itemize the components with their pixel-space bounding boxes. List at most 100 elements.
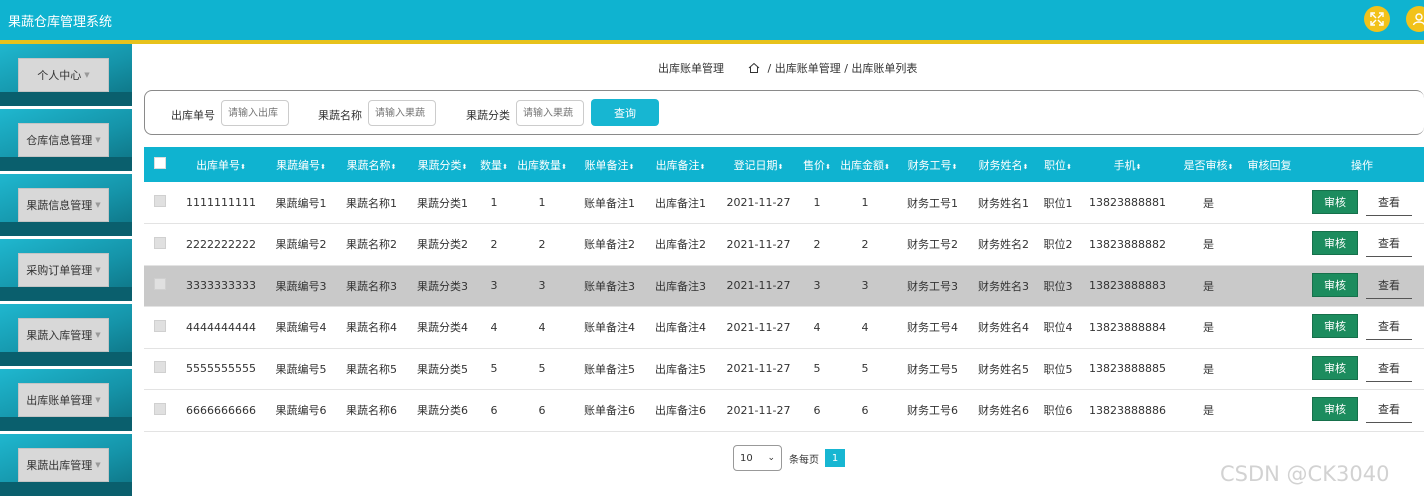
sidebar-item-label: 采购订单管理 [26,264,93,277]
audit-button[interactable]: 审核 [1312,314,1358,339]
sort-icon[interactable]: ⬍ [320,163,326,171]
sidebar-item-stock-out[interactable]: 果蔬出库管理 ▼ [0,434,132,496]
sidebar-item-button[interactable]: 出库账单管理 ▼ [18,383,109,417]
table-cell: 2 [833,223,897,266]
table-cell: 账单备注1 [574,182,645,224]
table-cell [1239,306,1300,349]
table-row[interactable]: 1111111111 果蔬编号1 果蔬名称1 果蔬分类1 1 1 账单备注1 出库备注1 202… [144,182,1424,224]
search-button[interactable]: 查询 [591,99,659,126]
column-header[interactable]: 账单备注⬍ [574,147,645,182]
table-cell: 果蔬编号6 [266,389,336,432]
audit-button[interactable]: 审核 [1312,189,1358,214]
audit-button[interactable]: 审核 [1312,272,1358,297]
view-button[interactable]: 查看 [1366,358,1412,382]
table-cell: 1 [478,182,510,224]
column-header[interactable]: 果蔬名称⬍ [336,147,407,182]
row-checkbox[interactable] [144,348,176,390]
sort-icon[interactable]: ⬍ [629,163,635,171]
sort-icon[interactable]: ⬍ [1228,163,1234,171]
table-row[interactable]: 3333333333 果蔬编号3 果蔬名称3 果蔬分类3 3 3 账单备注3 出库备注3 202… [144,265,1424,307]
page-number-current[interactable]: 1 [825,449,845,467]
audit-button[interactable]: 审核 [1312,355,1358,380]
table-cell: 1 [801,182,833,224]
view-button[interactable]: 查看 [1366,233,1412,258]
row-checkbox[interactable] [144,223,176,266]
sort-icon[interactable]: ⬍ [825,163,831,171]
view-button[interactable]: 查看 [1366,316,1412,341]
sort-icon[interactable]: ⬍ [1066,163,1072,171]
table-row[interactable]: 4444444444 果蔬编号4 果蔬名称4 果蔬分类4 4 4 账单备注4 出库备注4 202… [144,306,1424,349]
page-size-select[interactable]: 10 ⌄ [733,445,782,471]
sidebar-item-button[interactable]: 果蔬信息管理 ▼ [18,188,109,222]
sort-icon[interactable]: ⬍ [778,163,784,171]
search-input-produce-category[interactable] [516,100,584,126]
column-header: 操作 [1300,147,1424,182]
row-checkbox[interactable] [144,182,176,224]
sort-icon[interactable]: ⬍ [952,163,958,171]
sidebar-item-button[interactable]: 果蔬出库管理 ▼ [18,448,109,482]
home-icon[interactable] [748,62,760,74]
column-header[interactable]: 财务姓名⬍ [968,147,1039,182]
table-row[interactable]: 5555555555 果蔬编号5 果蔬名称5 果蔬分类5 5 5 账单备注5 出库备注5 202… [144,348,1424,390]
column-header[interactable]: 职位⬍ [1039,147,1077,182]
select-all-checkbox[interactable] [144,147,176,182]
caret-down-icon: ▼ [95,201,101,209]
audit-button[interactable]: 审核 [1312,231,1358,256]
view-button[interactable]: 查看 [1366,399,1412,424]
table-row[interactable]: 6666666666 果蔬编号6 果蔬名称6 果蔬分类6 6 6 账单备注6 出库备注6 202… [144,389,1424,432]
sidebar-item-outbound-bills[interactable]: 出库账单管理 ▼ [0,369,132,431]
sidebar-item-button[interactable]: 采购订单管理 ▼ [18,253,109,287]
column-header[interactable]: 数量⬍ [478,147,510,182]
sort-icon[interactable]: ⬍ [502,163,508,171]
sort-icon[interactable]: ⬍ [1023,163,1029,171]
table-cell: 6666666666 [176,389,266,432]
view-button[interactable]: 查看 [1366,275,1412,299]
search-input-produce-name[interactable] [368,100,436,126]
table-cell: 果蔬编号3 [266,265,336,307]
sidebar-item-button[interactable]: 果蔬入库管理 ▼ [18,318,109,352]
audit-button[interactable]: 审核 [1312,397,1358,422]
sidebar-item-button[interactable]: 个人中心 ▼ [18,58,109,92]
column-header[interactable]: 果蔬分类⬍ [407,147,478,182]
column-header[interactable]: 出库金额⬍ [833,147,897,182]
sort-icon[interactable]: ⬍ [884,163,890,171]
column-header[interactable]: 出库数量⬍ [510,147,574,182]
sidebar-item-stock-in[interactable]: 果蔬入库管理 ▼ [0,304,132,366]
column-header[interactable]: 是否审核⬍ [1178,147,1239,182]
caret-down-icon: ▼ [95,266,101,274]
table-cell: 财务姓名6 [968,389,1039,432]
column-header[interactable]: 售价⬍ [801,147,833,182]
sort-icon[interactable]: ⬍ [240,163,246,171]
user-button[interactable] [1406,6,1424,32]
table-cell: 果蔬分类1 [407,182,478,224]
column-header[interactable]: 出库单号⬍ [176,147,266,182]
column-header[interactable]: 手机⬍ [1077,147,1178,182]
table-cell: 5 [833,348,897,390]
search-input-order-no[interactable] [221,100,289,126]
breadcrumb-item[interactable]: 出库账单管理 [775,60,841,76]
column-header[interactable]: 财务工号⬍ [897,147,968,182]
fullscreen-button[interactable] [1364,6,1390,32]
row-checkbox[interactable] [144,265,176,307]
table-cell: 财务工号6 [897,389,968,432]
table-row[interactable]: 2222222222 果蔬编号2 果蔬名称2 果蔬分类2 2 2 账单备注2 出库备注2 202… [144,223,1424,266]
sidebar-item-produce-info[interactable]: 果蔬信息管理 ▼ [0,174,132,236]
sort-icon[interactable]: ⬍ [391,163,397,171]
column-header[interactable]: 登记日期⬍ [716,147,801,182]
sidebar-item-personal-center[interactable]: 个人中心 ▼ [0,44,132,106]
sidebar-item-warehouse-info[interactable]: 仓库信息管理 ▼ [0,109,132,171]
table-cell: 3 [478,265,510,307]
row-checkbox[interactable] [144,306,176,349]
sort-icon[interactable]: ⬍ [462,163,468,171]
column-header[interactable]: 出库备注⬍ [645,147,716,182]
table-cell: 13823888882 [1077,223,1178,266]
sort-icon[interactable]: ⬍ [561,163,567,171]
sort-icon[interactable]: ⬍ [700,163,706,171]
view-button[interactable]: 查看 [1366,192,1412,216]
sidebar-item-button[interactable]: 仓库信息管理 ▼ [18,123,109,157]
sort-icon[interactable]: ⬍ [1136,163,1142,171]
row-checkbox[interactable] [144,389,176,432]
sidebar-item-purchase-orders[interactable]: 采购订单管理 ▼ [0,239,132,301]
column-header[interactable]: 果蔬编号⬍ [266,147,336,182]
table-cell: 果蔬名称1 [336,182,407,224]
